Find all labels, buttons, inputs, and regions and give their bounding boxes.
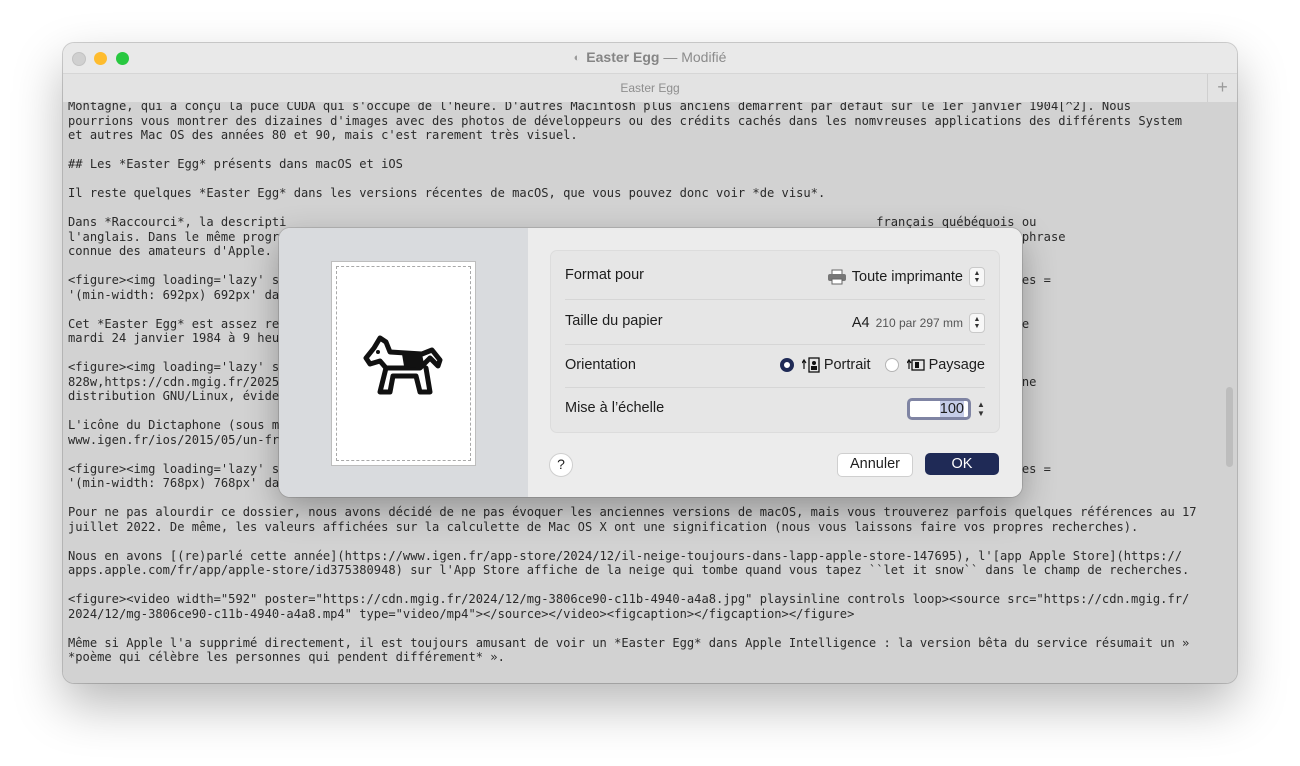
format-row: Format pour Toute imprimante ▲ ▼ <box>565 267 985 289</box>
ok-button[interactable]: OK <box>925 453 999 475</box>
editor-line[interactable]: www.igen.fr/ios/2015/05/un-fr <box>68 433 279 447</box>
editor-line[interactable]: apps.apple.com/fr/app/apple-store/id3753… <box>68 563 1189 577</box>
orientation-row: Orientation Portrait Paysage <box>565 357 985 379</box>
landscape-radio[interactable] <box>884 358 899 372</box>
editor-line[interactable]: Pour ne pas alourdir ce dossier, nous av… <box>68 505 1197 519</box>
editor-line[interactable]: Il reste quelques *Easter Egg* dans les … <box>68 186 825 200</box>
window-title-status: Modifié <box>681 49 727 65</box>
print-settings-pane: Format pour Toute imprimante ▲ ▼ Taille d… <box>528 228 1022 497</box>
editor-line[interactable]: ## Les *Easter Egg* présents dans macOS … <box>68 157 403 171</box>
format-value: Toute imprimante <box>851 269 963 285</box>
portrait-icon <box>801 357 820 373</box>
printer-icon <box>827 269 846 285</box>
scale-control: 100 ▲ ▼ <box>907 398 987 420</box>
scale-stepper[interactable]: ▲ ▼ <box>975 398 987 420</box>
dogcow-icon <box>363 335 443 395</box>
window-title: ◐ Easter Egg — Modifié <box>63 49 1237 65</box>
portrait-label[interactable]: Portrait <box>824 357 871 373</box>
landscape-icon <box>906 358 925 371</box>
cancel-button[interactable]: Annuler <box>837 453 913 477</box>
editor-line[interactable]: et autres Mac OS des années 80 et 90, ma… <box>68 128 578 142</box>
editor-line[interactable]: mardi 24 janvier 1984 à 9 heu <box>68 331 279 345</box>
orientation-options: Portrait Paysage <box>779 357 985 373</box>
new-tab-button[interactable]: + <box>1207 74 1237 102</box>
editor-line[interactable]: 2024/12/mg-3806ce90-c11b-4940-a4a8.mp4" … <box>68 607 854 621</box>
tab-easter-egg[interactable]: Easter Egg <box>63 81 1237 95</box>
divider <box>565 344 985 345</box>
paper-size-popup[interactable]: A4 210 par 297 mm ▲ ▼ <box>852 313 985 333</box>
format-label: Format pour <box>565 267 644 283</box>
document-icon: ◐ <box>573 52 581 64</box>
print-dialog: Format pour Toute imprimante ▲ ▼ Taille d… <box>279 228 1022 497</box>
paper-size-value: A4 <box>851 315 870 331</box>
paper-size-row: Taille du papier A4 210 par 297 mm ▲ ▼ <box>565 313 985 335</box>
title-bar[interactable]: ◐ Easter Egg — Modifié <box>63 43 1237 73</box>
editor-line[interactable]: distribution GNU/Linux, évide <box>68 389 279 403</box>
editor-line[interactable]: *poème qui célèbre les personnes qui pen… <box>68 650 505 664</box>
scale-input[interactable]: 100 <box>907 398 971 420</box>
scale-value: 100 <box>939 401 964 417</box>
landscape-label[interactable]: Paysage <box>929 357 985 373</box>
page-preview <box>331 261 476 466</box>
vertical-scrollbar[interactable] <box>1226 387 1233 467</box>
format-popup-chevrons-icon: ▲ ▼ <box>969 267 985 287</box>
scale-label: Mise à l’échelle <box>565 400 665 416</box>
scale-row: Mise à l’échelle 100 ▲ ▼ <box>565 398 985 422</box>
window-title-separator: — <box>659 49 682 65</box>
format-popup[interactable]: Toute imprimante ▲ ▼ <box>827 267 985 287</box>
editor-line[interactable]: Montagne, qui a conçu la puce CUDA qui s… <box>68 102 1131 113</box>
print-preview-pane <box>279 228 528 497</box>
help-button[interactable]: ? <box>549 453 573 477</box>
editor-line[interactable]: juillet 2022. De même, les valeurs affic… <box>68 520 1138 534</box>
editor-line[interactable]: Nous en avons [(re)parlé cette année](ht… <box>68 549 1182 563</box>
portrait-radio[interactable] <box>779 358 794 372</box>
paper-size-dimensions: 210 par 297 mm <box>875 316 963 330</box>
tab-bar: Easter Egg + <box>63 73 1237 103</box>
window-title-name: Easter Egg <box>586 49 660 65</box>
divider <box>565 387 985 388</box>
paper-size-label: Taille du papier <box>565 313 663 329</box>
editor-line[interactable]: Même si Apple l'a supprimé directement, … <box>68 636 1189 650</box>
print-settings-box: Format pour Toute imprimante ▲ ▼ Taille d… <box>550 250 1000 433</box>
editor-line[interactable]: pourrions vous montrer des dizaines d'im… <box>68 114 1182 128</box>
orientation-label: Orientation <box>565 357 636 373</box>
editor-line[interactable]: '(min-width: 692px) 692px' da <box>68 288 279 302</box>
editor-line[interactable]: Dans *Raccourci*, la descripti français … <box>68 215 1036 229</box>
editor-line[interactable]: <figure><video width="592" poster="https… <box>68 592 1189 606</box>
paper-size-chevrons-icon: ▲ ▼ <box>969 313 985 333</box>
divider <box>565 299 985 300</box>
editor-line[interactable]: connue des amateurs d'Apple. <box>68 244 272 258</box>
